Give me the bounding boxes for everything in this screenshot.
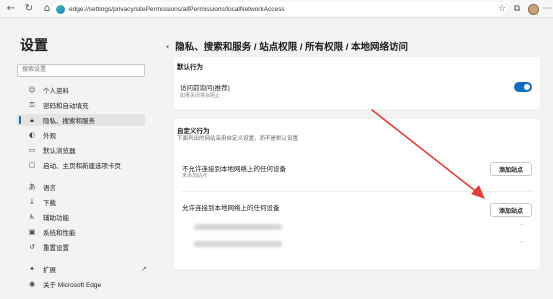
accessibility-icon: ♿︎ bbox=[28, 213, 36, 221]
ask-before-access-label: 访问前询问(推荐) bbox=[180, 85, 230, 92]
sidebar-item-label: 重置设置 bbox=[43, 245, 69, 252]
collections-icon[interactable]: ⧉ bbox=[510, 2, 524, 16]
default-behavior-card: 默认行为 访问前询问(推荐) 如果关闭将会阻止 bbox=[174, 57, 540, 109]
sidebar-item-label: 密码和自动填充 bbox=[43, 103, 89, 110]
page-title-text: 隐私、搜索和服务 / 站点权限 / 所有权限 / 本地网络访问 bbox=[175, 42, 409, 53]
sidebar-item-label: 语言 bbox=[43, 185, 56, 192]
avatar bbox=[527, 3, 539, 15]
start-page-icon: ▢ bbox=[28, 161, 36, 169]
redacted-site-entry bbox=[194, 224, 282, 230]
sidebar-item-privacy[interactable]: 🔒︎ 隐私、搜索和服务 bbox=[17, 114, 145, 126]
add-site-allow-button[interactable]: 添加站点 bbox=[490, 203, 532, 217]
sidebar-item-system[interactable]: ▣ 系统和性能 bbox=[17, 226, 145, 238]
block-list-empty: 未添加站点 bbox=[182, 173, 208, 179]
sidebar-item-downloads[interactable]: ↓ 下载 bbox=[17, 196, 145, 208]
allow-list-title: 允许连接到本地网络上的任何设备 bbox=[182, 205, 280, 212]
reset-icon: ↺ bbox=[29, 243, 35, 251]
download-icon: ↓ bbox=[29, 198, 35, 206]
sidebar-item-label: 下载 bbox=[43, 200, 56, 207]
back-arrow-icon[interactable]: ← bbox=[4, 2, 18, 16]
sidebar-item-label: 扩展 bbox=[43, 267, 56, 274]
sidebar-item-label: 隐私、搜索和服务 bbox=[43, 118, 95, 125]
sidebar-item-label: 默认浏览器 bbox=[43, 148, 76, 155]
divider bbox=[182, 191, 532, 192]
sidebar-item-reset[interactable]: ↺ 重置设置 bbox=[17, 241, 145, 253]
lock-icon: 🔒︎ bbox=[30, 115, 34, 124]
sidebar-item-about[interactable]: ◉ 关于 Microsoft Edge bbox=[17, 278, 145, 290]
sidebar-item-label: 启动、主页和新建选项卡页 bbox=[43, 163, 121, 170]
language-icon: あ bbox=[28, 183, 36, 191]
sidebar-item-accessibility[interactable]: ♿︎ 辅助功能 bbox=[17, 211, 145, 223]
sidebar-item-profile[interactable]: ☺ 个人资料 bbox=[17, 84, 145, 96]
sidebar-item-label: 辅助功能 bbox=[43, 215, 69, 222]
sidebar-item-default-browser[interactable]: ▭ 默认浏览器 bbox=[17, 144, 145, 156]
system-icon: ▣ bbox=[28, 228, 36, 236]
search-settings-input[interactable]: 搜索设置 bbox=[17, 64, 145, 77]
more-actions-icon[interactable]: ·· bbox=[520, 222, 524, 229]
page-title: ‹ 隐私、搜索和服务 / 站点权限 / 所有权限 / 本地网络访问 bbox=[166, 39, 409, 54]
address-bar[interactable]: edge://settings/privacy/sitePermissions/… bbox=[52, 2, 507, 16]
ask-before-access-toggle[interactable] bbox=[514, 82, 532, 92]
browser-toolbar: ← ↻ ⌂ edge://settings/privacy/sitePermis… bbox=[0, 0, 553, 18]
sidebar-item-start-page[interactable]: ▢ 启动、主页和新建选项卡页 bbox=[17, 159, 145, 171]
settings-sidebar: 设置 搜索设置 ☺ 个人资料 ⚿ 密码和自动填充 🔒︎ 隐私、搜索和服务 ◐ 外观 ▭ 默… bbox=[0, 19, 160, 299]
sidebar-item-label: 关于 Microsoft Edge bbox=[43, 282, 102, 289]
appearance-icon: ◐ bbox=[28, 131, 36, 139]
sidebar-item-label: 系统和性能 bbox=[43, 230, 76, 237]
edge-logo-icon bbox=[56, 4, 65, 14]
refresh-icon[interactable]: ↻ bbox=[22, 2, 36, 16]
key-icon: ⚿ bbox=[29, 100, 35, 109]
extensions-icon: ✦ bbox=[29, 265, 35, 273]
settings-main: ‹ 隐私、搜索和服务 / 站点权限 / 所有权限 / 本地网络访问 默认行为 访… bbox=[160, 19, 553, 299]
sidebar-item-label: 外观 bbox=[43, 133, 56, 140]
add-site-allow-label: 添加站点 bbox=[498, 208, 523, 215]
sidebar-item-language[interactable]: あ语言 bbox=[17, 181, 145, 193]
profile-icon: ☺ bbox=[28, 86, 36, 94]
add-site-block-button[interactable]: 添加站点 bbox=[490, 162, 532, 176]
default-behavior-title: 默认行为 bbox=[177, 64, 203, 71]
more-menu-icon[interactable]: ⋯ bbox=[540, 2, 553, 16]
profile-avatar[interactable] bbox=[526, 2, 540, 16]
sidebar-item-appearance[interactable]: ◐ 外观 bbox=[17, 129, 145, 141]
ask-before-access-sub: 如果关闭将会阻止 bbox=[180, 93, 221, 99]
custom-behavior-sub: 下面列出的网站采用自定义设置，而不是默认设置 bbox=[177, 136, 299, 142]
more-actions-icon[interactable]: ·· bbox=[520, 239, 524, 246]
edge-icon: ◉ bbox=[28, 280, 36, 288]
external-link-icon: ↗ bbox=[141, 265, 147, 273]
address-url[interactable]: edge://settings/privacy/sitePermissions/… bbox=[69, 6, 285, 13]
sidebar-item-label: 个人资料 bbox=[43, 88, 69, 95]
sidebar-item-extensions[interactable]: ✦ 扩展 ↗ bbox=[17, 263, 147, 275]
browser-icon: ▭ bbox=[28, 146, 36, 154]
settings-title: 设置 bbox=[20, 37, 48, 53]
custom-behavior-card: 自定义行为 下面列出的网站采用自定义设置，而不是默认设置 不允许连接到本地网络上… bbox=[174, 119, 540, 269]
redacted-site-entry bbox=[194, 241, 282, 247]
favorite-star-icon[interactable]: ☆ bbox=[495, 2, 509, 16]
back-chevron-icon[interactable]: ‹ bbox=[166, 42, 169, 51]
sidebar-item-passwords[interactable]: ⚿ 密码和自动填充 bbox=[17, 99, 145, 111]
